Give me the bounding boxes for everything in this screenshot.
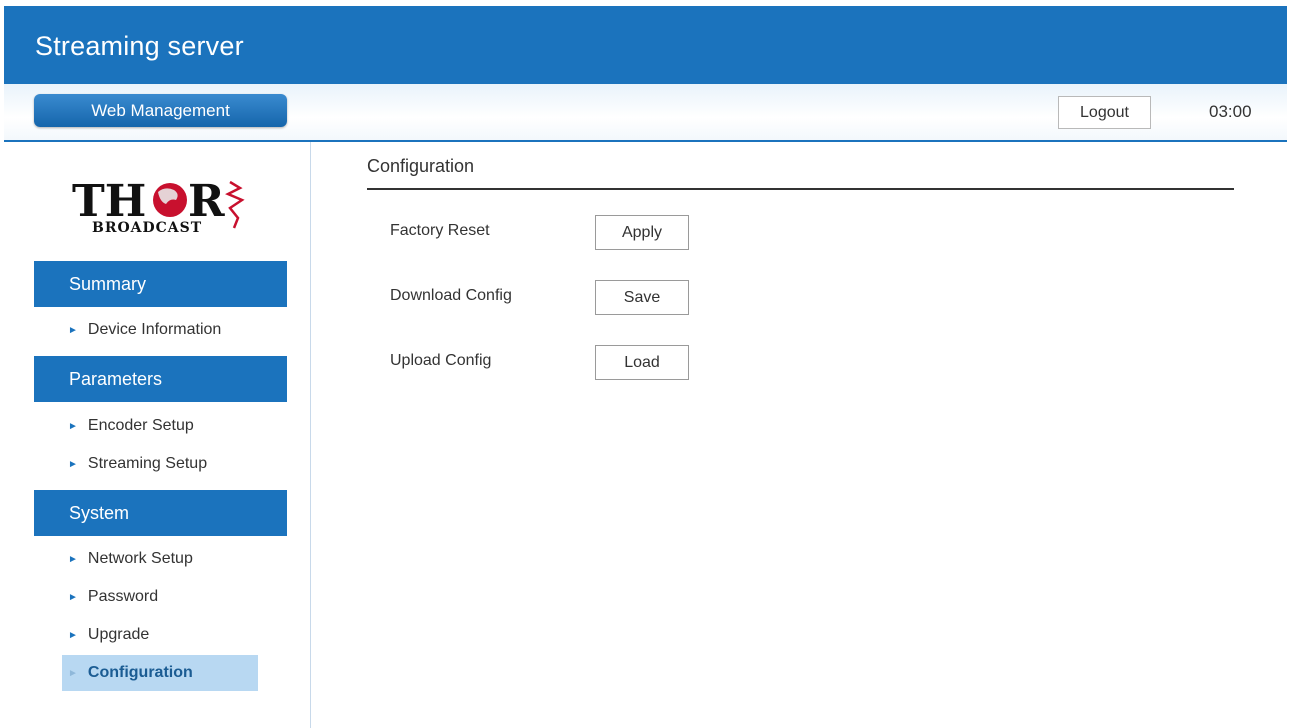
- sidebar-item-network-setup[interactable]: ► Network Setup: [68, 550, 193, 568]
- arrow-right-icon: ►: [68, 420, 78, 432]
- sidebar-item-label: Network Setup: [87, 550, 193, 567]
- web-management-button[interactable]: Web Management: [34, 94, 287, 127]
- arrow-right-icon: ►: [68, 458, 78, 470]
- sidebar-item-streaming-setup[interactable]: ► Streaming Setup: [68, 455, 207, 473]
- upload-config-label: Upload Config: [390, 352, 492, 369]
- toolbar: Web Management Logout 03:00: [4, 84, 1287, 142]
- download-config-save-button[interactable]: Save: [595, 280, 689, 315]
- upload-config-load-button[interactable]: Load: [595, 345, 689, 380]
- section-summary[interactable]: Summary: [34, 261, 287, 307]
- app-header: Streaming server: [4, 6, 1287, 84]
- sidebar-item-upgrade[interactable]: ► Upgrade: [68, 626, 149, 644]
- section-system[interactable]: System: [34, 490, 287, 536]
- sidebar-item-device-information[interactable]: ► Device Information: [68, 321, 221, 339]
- sidebar-item-label: Password: [87, 588, 159, 605]
- sidebar-item-label: Device Information: [87, 321, 222, 338]
- title-divider: [367, 188, 1234, 190]
- sidebar-item-label: Upgrade: [87, 626, 150, 643]
- sidebar-item-encoder-setup[interactable]: ► Encoder Setup: [68, 417, 194, 435]
- arrow-right-icon: ►: [68, 591, 78, 603]
- sidebar-item-configuration[interactable]: ► Configuration: [62, 655, 258, 691]
- sidebar-item-password[interactable]: ► Password: [68, 588, 158, 606]
- download-config-label: Download Config: [390, 287, 512, 304]
- sidebar: TH R BROADCAST Summary ► Device Informat…: [0, 142, 311, 728]
- section-parameters[interactable]: Parameters: [34, 356, 287, 402]
- sidebar-item-label: Streaming Setup: [87, 455, 208, 472]
- arrow-right-icon: ►: [68, 629, 78, 641]
- svg-text:BROADCAST: BROADCAST: [92, 220, 202, 236]
- factory-reset-label: Factory Reset: [390, 222, 490, 239]
- app-title: Streaming server: [35, 31, 244, 61]
- sidebar-item-label: Encoder Setup: [87, 417, 194, 434]
- arrow-right-icon: ►: [68, 324, 78, 336]
- session-clock: 03:00: [1209, 102, 1252, 121]
- arrow-right-icon: ►: [68, 667, 78, 679]
- sidebar-item-label: Configuration: [87, 664, 193, 681]
- logout-button[interactable]: Logout: [1058, 96, 1151, 129]
- factory-reset-apply-button[interactable]: Apply: [595, 215, 689, 250]
- arrow-right-icon: ►: [68, 553, 78, 565]
- thor-broadcast-logo: TH R BROADCAST: [70, 168, 260, 238]
- page: Streaming server Web Management Logout 0…: [0, 0, 1290, 728]
- page-title: Configuration: [367, 156, 475, 176]
